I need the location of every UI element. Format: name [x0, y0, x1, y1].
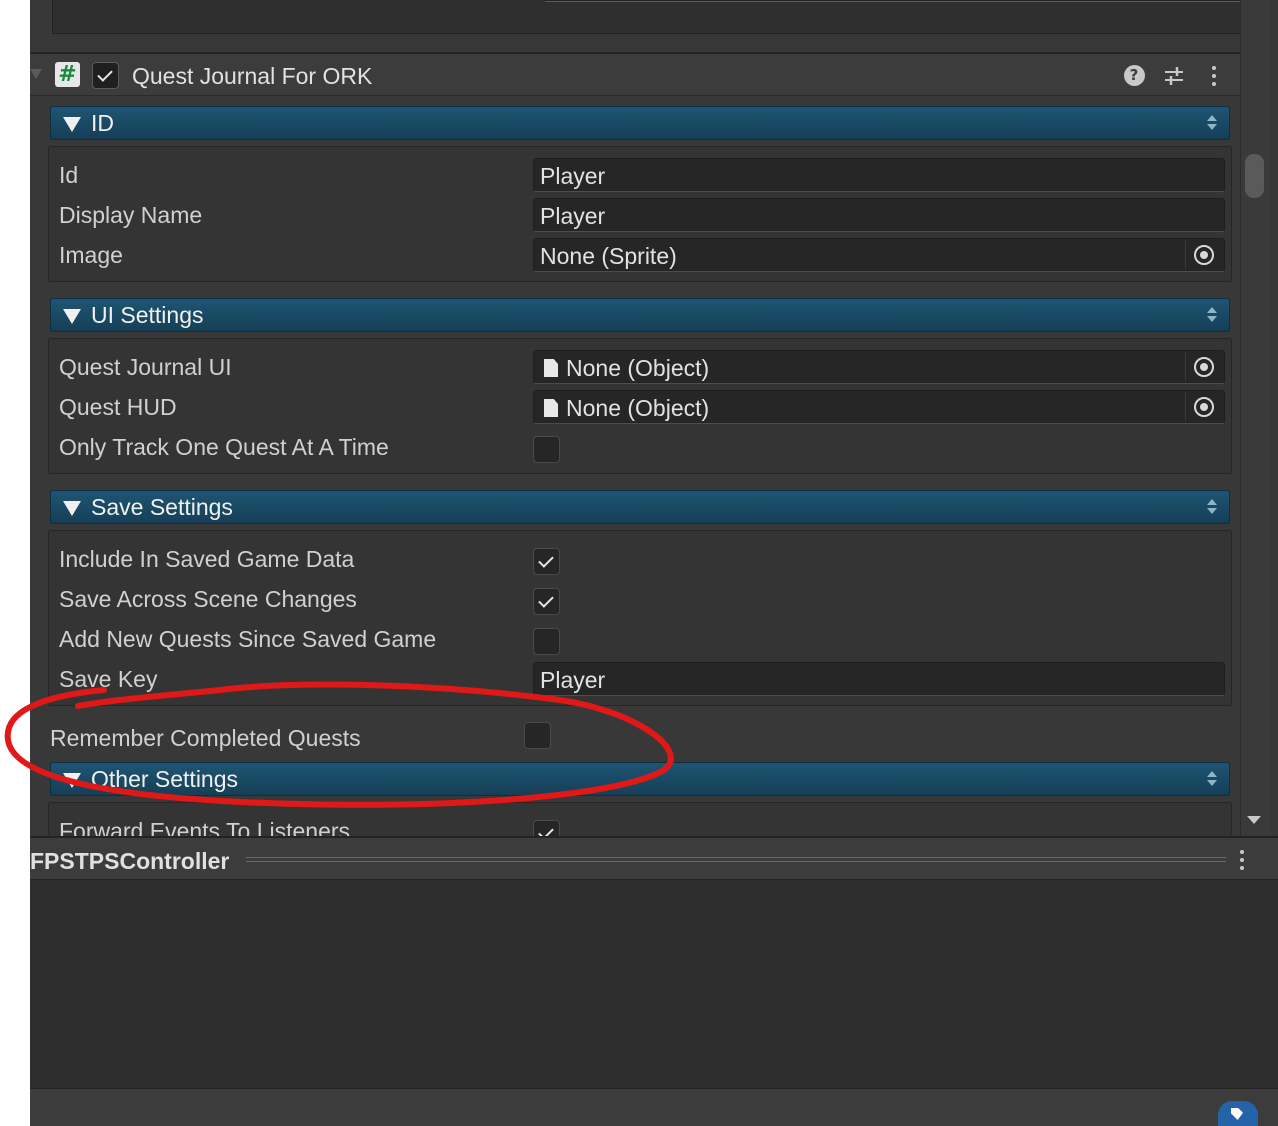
label-save-across-scene-changes: Save Across Scene Changes	[59, 586, 357, 612]
foldout-triangle-icon	[63, 773, 81, 788]
reorder-arrows-icon[interactable]	[1207, 770, 1217, 788]
reorder-arrows-icon[interactable]	[1207, 114, 1217, 132]
help-icon[interactable]: ?	[1122, 64, 1146, 88]
image-object-field[interactable]: None (Sprite)	[533, 238, 1225, 272]
section-title-id: ID	[91, 110, 114, 136]
row-save-across-scene-changes: Save Across Scene Changes	[49, 577, 1231, 617]
section-title-ui-settings: UI Settings	[91, 302, 204, 328]
row-include-in-saved-game-data: Include In Saved Game Data	[49, 537, 1231, 577]
object-picker-icon[interactable]	[1194, 245, 1214, 265]
section-header-save-settings[interactable]: Save Settings	[50, 490, 1230, 524]
component-enabled-checkbox[interactable]	[92, 62, 119, 89]
inspector-panel: # Quest Journal For ORK ? ID Id Player D…	[30, 0, 1278, 1126]
check-icon	[534, 589, 559, 614]
component-title: Quest Journal For ORK	[132, 63, 373, 89]
quest-journal-ui-value: None (Object)	[566, 355, 710, 381]
label-remember-completed-quests: Remember Completed Quests	[50, 725, 361, 751]
label-quest-journal-ui: Quest Journal UI	[59, 354, 232, 380]
document-icon	[544, 399, 558, 417]
forward-events-checkbox[interactable]	[533, 820, 560, 836]
quest-hud-value: None (Object)	[566, 395, 710, 421]
remember-completed-quests-checkbox[interactable]	[524, 722, 551, 749]
scroll-down-arrow-icon[interactable]	[1247, 816, 1261, 824]
check-icon	[534, 549, 559, 574]
label-forward-events: Forward Events To Listeners	[59, 818, 351, 836]
display-name-value: Player	[540, 203, 606, 229]
reorder-arrows-icon[interactable]	[1207, 498, 1217, 516]
foldout-triangle-icon	[63, 309, 81, 324]
next-component-body	[30, 880, 1278, 1088]
previous-component-field-area	[52, 0, 1262, 34]
section-body-save-settings: Include In Saved Game Data Save Across S…	[48, 530, 1232, 706]
row-save-key: Save Key Player	[49, 657, 1231, 697]
save-key-value: Player	[540, 667, 606, 693]
label-add-new-quests: Add New Quests Since Saved Game	[59, 626, 437, 652]
more-options-icon[interactable]	[1202, 64, 1226, 88]
save-key-field[interactable]: Player	[533, 662, 1225, 696]
row-display-name: Display Name Player	[49, 193, 1231, 233]
include-in-saved-game-data-checkbox[interactable]	[533, 548, 560, 575]
section-body-other-settings: Forward Events To Listeners	[48, 802, 1232, 836]
quest-hud-field[interactable]: None (Object)	[533, 390, 1225, 424]
image-value: None (Sprite)	[540, 243, 677, 269]
next-component-title: FPSTPSController	[30, 848, 230, 874]
section-title-other-settings: Other Settings	[91, 766, 239, 792]
add-new-quests-checkbox[interactable]	[533, 628, 560, 655]
label-only-track-one-quest: Only Track One Quest At A Time	[59, 434, 389, 460]
label-include-in-saved-game-data: Include In Saved Game Data	[59, 546, 355, 572]
row-quest-journal-ui: Quest Journal UI None (Object)	[49, 345, 1231, 385]
row-add-new-quests: Add New Quests Since Saved Game	[49, 617, 1231, 657]
component-foldout-arrow-icon[interactable]	[30, 69, 42, 79]
component-header[interactable]: # Quest Journal For ORK ?	[30, 54, 1240, 96]
section-header-ui-settings[interactable]: UI Settings	[50, 298, 1230, 332]
id-field[interactable]: Player	[533, 158, 1225, 192]
check-icon	[93, 63, 118, 88]
reorder-arrows-icon[interactable]	[1207, 306, 1217, 324]
bottom-bar	[30, 1088, 1278, 1126]
scrollbar-track[interactable]	[1240, 0, 1270, 836]
only-track-one-quest-checkbox[interactable]	[533, 436, 560, 463]
label-id: Id	[59, 162, 79, 188]
scrollbar-thumb[interactable]	[1245, 154, 1264, 198]
section-title-save-settings: Save Settings	[91, 494, 233, 520]
label-display-name: Display Name	[59, 202, 203, 228]
object-picker-icon[interactable]	[1194, 357, 1214, 377]
object-picker-icon[interactable]	[1194, 397, 1214, 417]
more-options-icon[interactable]	[1240, 848, 1244, 872]
save-across-scene-changes-checkbox[interactable]	[533, 588, 560, 615]
tag-icon[interactable]	[1218, 1101, 1258, 1126]
picker-separator	[1185, 241, 1186, 269]
display-name-field[interactable]: Player	[533, 198, 1225, 232]
document-icon	[544, 359, 558, 377]
label-quest-hud: Quest HUD	[59, 394, 177, 420]
row-only-track-one-quest: Only Track One Quest At A Time	[49, 425, 1231, 465]
label-image: Image	[59, 242, 123, 268]
section-header-other-settings[interactable]: Other Settings	[50, 762, 1230, 796]
row-forward-events: Forward Events To Listeners	[49, 809, 1231, 836]
script-icon: #	[55, 62, 80, 87]
foldout-triangle-icon	[63, 117, 81, 132]
section-body-id: Id Player Display Name Player Image None…	[48, 146, 1232, 282]
next-component-header[interactable]: FPSTPSController	[30, 836, 1278, 880]
picker-separator	[1185, 393, 1186, 421]
row-remember-completed-quests: Remember Completed Quests	[30, 716, 1240, 758]
row-id: Id Player	[49, 153, 1231, 193]
section-body-ui-settings: Quest Journal UI None (Object) Quest HUD…	[48, 338, 1232, 474]
picker-separator	[1185, 353, 1186, 381]
row-image: Image None (Sprite)	[49, 233, 1231, 273]
check-icon	[534, 821, 559, 836]
previous-field[interactable]	[545, 0, 1255, 2]
sliders-icon[interactable]	[1162, 64, 1186, 88]
foldout-triangle-icon	[63, 501, 81, 516]
quest-journal-ui-field[interactable]: None (Object)	[533, 350, 1225, 384]
section-header-id[interactable]: ID	[50, 106, 1230, 140]
row-quest-hud: Quest HUD None (Object)	[49, 385, 1231, 425]
header-divider-lines	[246, 857, 1226, 862]
id-value: Player	[540, 163, 606, 189]
label-save-key: Save Key	[59, 666, 158, 692]
help-glyph: ?	[1123, 65, 1145, 86]
